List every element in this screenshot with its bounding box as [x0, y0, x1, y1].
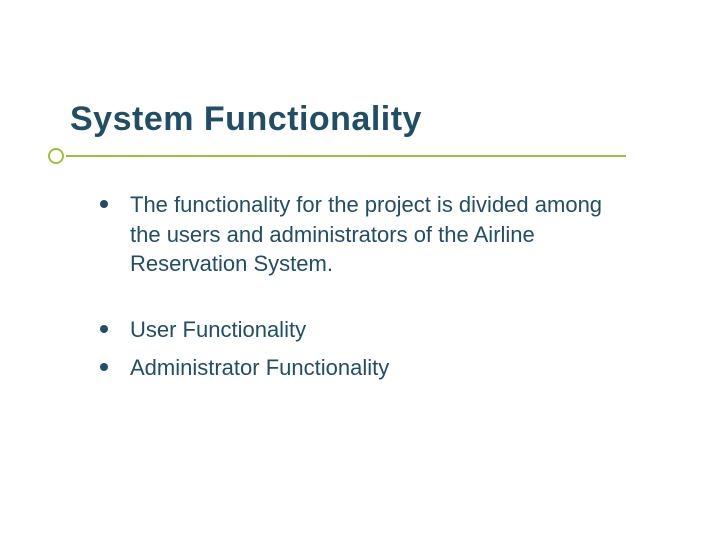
bullet-text: The functionality for the project is div…	[130, 190, 620, 279]
list-item: User Functionality	[100, 315, 620, 345]
bullet-text: Administrator Functionality	[130, 353, 389, 383]
slide: System Functionality The functionality f…	[0, 0, 720, 540]
list-item: The functionality for the project is div…	[100, 190, 620, 279]
bullet-icon	[100, 363, 108, 371]
title-underline	[0, 148, 720, 164]
bullet-text: User Functionality	[130, 315, 306, 345]
bullet-icon	[100, 200, 108, 208]
slide-title: System Functionality	[70, 100, 422, 139]
slide-body: The functionality for the project is div…	[100, 190, 620, 390]
list-item: Administrator Functionality	[100, 353, 620, 383]
circle-icon	[48, 148, 64, 164]
spacer	[100, 287, 620, 315]
bullet-icon	[100, 325, 108, 333]
divider-line	[66, 155, 626, 157]
